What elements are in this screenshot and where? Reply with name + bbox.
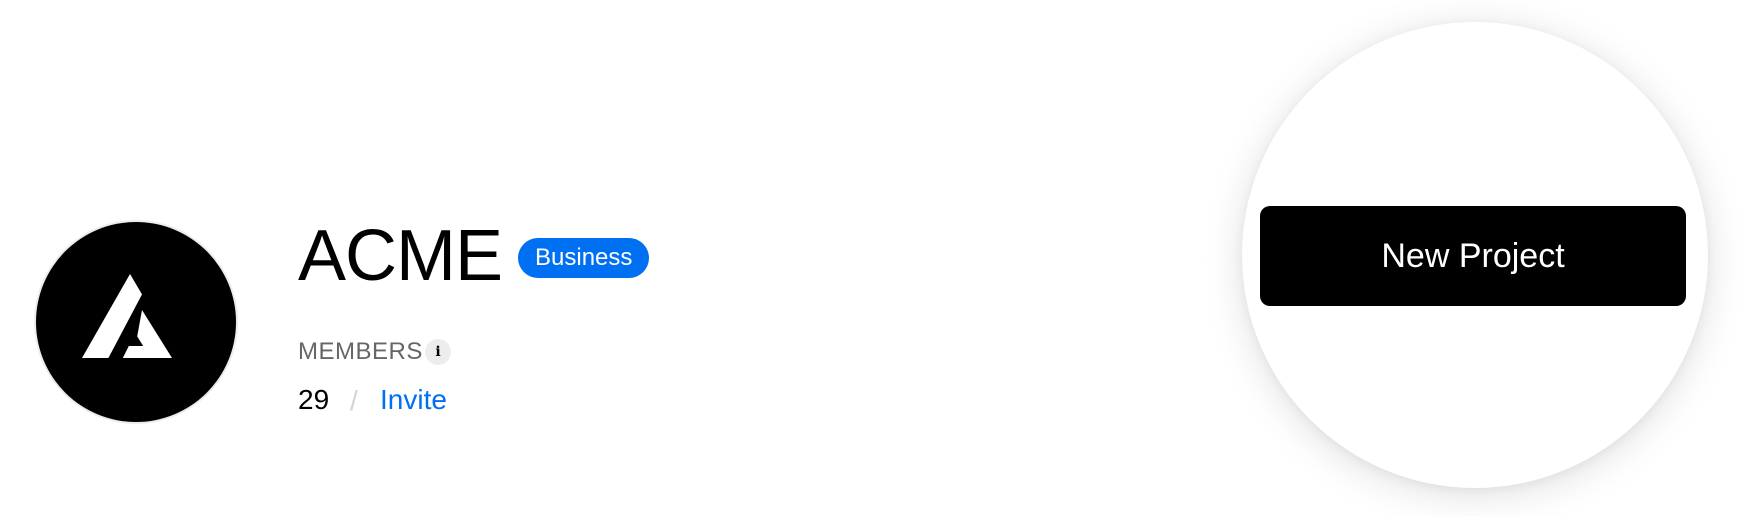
team-name: ACME [298, 216, 503, 296]
team-avatar [36, 222, 236, 422]
info-icon[interactable]: i [425, 339, 451, 365]
members-count: 29 [298, 384, 330, 415]
plan-badge: Business [518, 238, 650, 278]
new-project-button[interactable]: New Project [1260, 206, 1686, 306]
invite-link[interactable]: Invite [380, 383, 447, 417]
members-separator: / [350, 385, 358, 416]
members-label: MEMBERS [298, 338, 423, 365]
acme-logo-icon [82, 274, 172, 358]
